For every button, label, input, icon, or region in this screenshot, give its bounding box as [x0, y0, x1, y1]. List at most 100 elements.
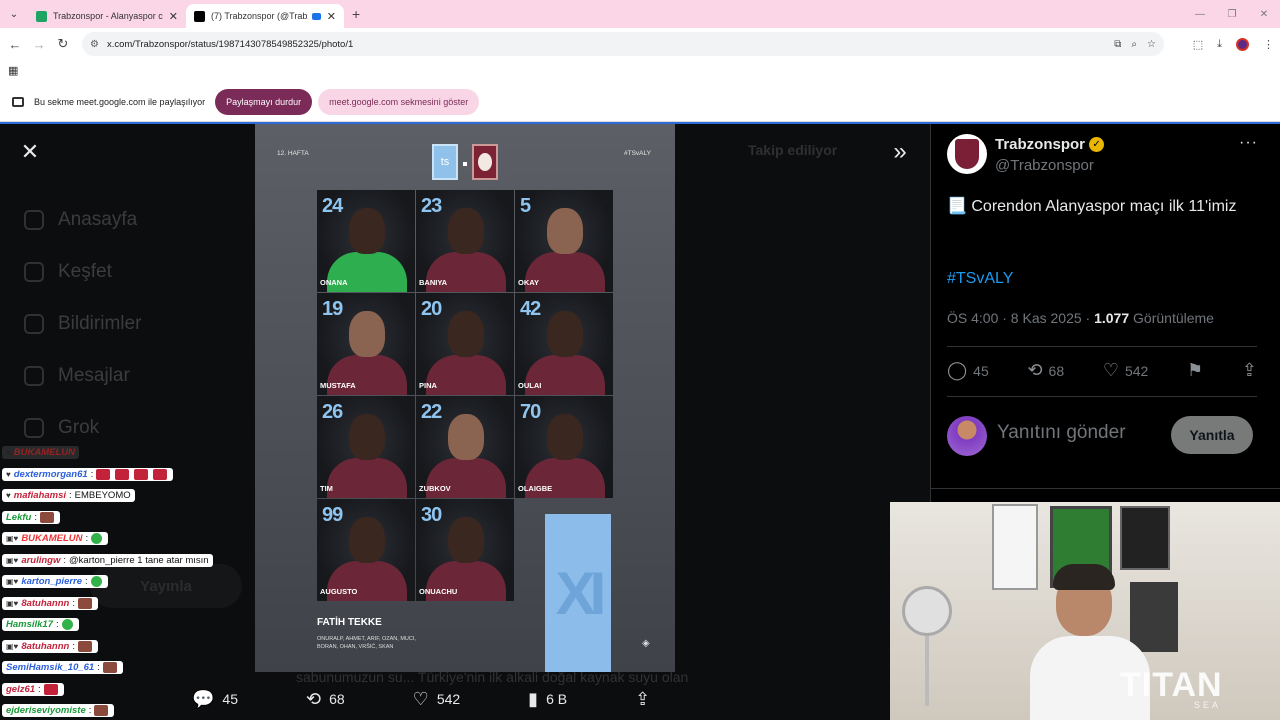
stream-chat-overlay: ♥ BUKAMELUN ♥ dextermorgan61: ♥ mafiahamsi:…	[2, 442, 262, 720]
tab-close-icon[interactable]: ✕	[169, 10, 178, 23]
hashtag-link[interactable]: #TSvALY	[947, 270, 1013, 288]
reply-submit-button[interactable]: Yanıtla	[1171, 416, 1253, 454]
badges-icon: ▣♥	[6, 555, 19, 565]
browser-toolbar: ← → ↻ ⚙ x.com/Trabzonspor/status/1987143…	[0, 28, 1280, 60]
divider	[947, 346, 1257, 347]
chat-message: ▣♥ 8atuhannn:	[2, 636, 262, 658]
shelf	[1130, 582, 1178, 652]
browser-tab-alanyaspor[interactable]: Trabzonspor - Alanyaspor canlı ✕	[28, 4, 186, 28]
player-name: MUSTAFA	[320, 381, 356, 390]
share-button[interactable]: ⇪	[1242, 360, 1257, 381]
share-icon: ⇪	[1241, 360, 1257, 380]
show-meet-tab-button[interactable]: meet.google.com sekmesini göster	[318, 88, 480, 115]
author-handle[interactable]: @Trabzonspor	[995, 157, 1094, 174]
emote-icon	[134, 468, 149, 480]
emote-icon	[77, 640, 92, 652]
profile-avatar-icon[interactable]	[1236, 37, 1249, 51]
new-tab-icon[interactable]: +	[352, 6, 360, 22]
player-number: 23	[421, 195, 442, 217]
like-button[interactable]: ♡ 542	[413, 689, 461, 710]
player-card: 23 BANIYA	[416, 190, 514, 292]
heart-icon: ♡	[412, 688, 429, 709]
restore-icon[interactable]: ❐	[1216, 0, 1248, 28]
webcam-overlay: TITAN SEA	[890, 502, 1280, 720]
emote-icon	[43, 683, 58, 695]
divider	[931, 488, 1280, 489]
reload-icon[interactable]: ↻	[51, 36, 75, 52]
url-text: x.com/Trabzonspor/status/198714307854985…	[106, 38, 354, 50]
poster-hashtag: #TSvALY	[624, 150, 651, 157]
repost-button[interactable]: ⟲ 68	[306, 689, 345, 710]
emote-icon	[90, 576, 102, 588]
photo-stats-bar: 💬 45 ⟲ 68 ♡ 542 ▮ 6 B ⇪	[192, 684, 752, 714]
address-bar[interactable]: ⚙ x.com/Trabzonspor/status/1987143078549…	[82, 32, 1164, 56]
crest-separator	[463, 162, 467, 166]
apps-grid-icon[interactable]: ▦	[8, 64, 18, 77]
tab-title: Trabzonspor - Alanyaspor canlı	[53, 11, 163, 21]
player-number: 19	[322, 298, 343, 320]
share-icon: ⇪	[635, 688, 651, 709]
download-icon[interactable]: ⤓	[1217, 38, 1222, 51]
browser-tab-strip: ⌄ Trabzonspor - Alanyaspor canlı ✕ (7) T…	[0, 0, 1280, 28]
chat-message: ♥ BUKAMELUN	[2, 442, 262, 464]
nav-notifications: Bildirimler	[24, 298, 141, 350]
player-name: BANIYA	[419, 278, 448, 287]
bookmark-star-icon[interactable]: ☆	[1147, 39, 1156, 50]
poster-week: 12. HAFTA	[277, 150, 309, 157]
install-app-icon[interactable]: ⧉	[1114, 39, 1121, 50]
alanyaspor-crest-icon	[472, 144, 498, 180]
player-name: ONUACHU	[419, 587, 458, 596]
tab-search-dropdown-icon[interactable]: ⌄	[0, 0, 28, 28]
sharing-indicator-icon	[311, 12, 321, 20]
coach-name: FATİH TEKKE	[317, 617, 382, 628]
player-number: 42	[520, 298, 541, 320]
collapse-sidebar-icon[interactable]: »	[886, 138, 914, 166]
more-options-icon[interactable]: ···	[1239, 134, 1258, 152]
verified-badge-icon: ✓	[1089, 137, 1105, 152]
chat-message: ♥ mafiahamsi: EMBEYOMO	[2, 485, 262, 507]
repost-icon: ⟲	[1027, 360, 1043, 380]
badge-icon: ♥	[6, 448, 11, 458]
divider	[947, 396, 1257, 397]
menu-kebab-icon[interactable]: ⋮	[1263, 38, 1274, 51]
minimize-icon[interactable]: —	[1184, 0, 1216, 28]
chat-message: Lekfu:	[2, 507, 262, 529]
emote-icon	[91, 533, 103, 545]
player-number: 30	[421, 504, 442, 526]
views-button[interactable]: ▮ 6 B	[528, 689, 567, 710]
repost-button[interactable]: ⟲ 68	[1027, 360, 1064, 381]
window-close-icon[interactable]: ✕	[1248, 0, 1280, 28]
player-card: 70 OLAIGBE	[515, 396, 613, 498]
chat-message: ▣♥ 8atuhannn:	[2, 593, 262, 615]
zoom-icon[interactable]: ⌕	[1131, 39, 1137, 50]
share-button[interactable]: ⇪	[635, 689, 650, 710]
site-info-icon[interactable]: ⚙	[90, 39, 99, 50]
extensions-icon[interactable]: ⬚	[1193, 38, 1203, 51]
back-icon[interactable]: ←	[3, 37, 27, 52]
player-name: OULAI	[518, 381, 542, 390]
browser-tab-x[interactable]: (7) Trabzonspor (@Trabzon... ✕	[186, 4, 344, 28]
dimmed-sidebar-nav: Anasayfa Keşfet Bildirimler Mesajlar Gro…	[24, 194, 141, 454]
reply-input[interactable]: Yanıtını gönder	[997, 422, 1126, 444]
view-count: 1.077	[1094, 310, 1130, 326]
emote-icon	[102, 662, 117, 674]
stop-sharing-button[interactable]: Paylaşmayı durdur	[215, 88, 313, 115]
reply-button[interactable]: ◯ 45	[947, 360, 989, 381]
player-card: 22 ZUBKOV	[416, 396, 514, 498]
player-number: 22	[421, 401, 442, 423]
user-avatar[interactable]	[947, 416, 987, 456]
heart-badge-icon: ♥	[6, 469, 11, 479]
like-button[interactable]: ♡ 542	[1103, 360, 1149, 381]
tab-sharing-bar: Bu sekme meet.google.com ile paylaşılıyo…	[0, 82, 1280, 122]
author-name[interactable]: Trabzonspor ✓	[995, 136, 1105, 153]
player-name: ZUBKOV	[419, 484, 451, 493]
player-name: TIM	[320, 484, 333, 493]
browser-right-actions: ⬚ ⤓ ⋮	[1193, 28, 1274, 60]
close-icon[interactable]: ✕	[18, 139, 42, 164]
trabzonspor-avatar[interactable]	[947, 134, 987, 174]
omnibox-actions: ⧉ ⌕ ☆	[1114, 32, 1156, 56]
heart-icon: ♡	[1102, 360, 1119, 380]
forward-icon[interactable]: →	[27, 37, 51, 52]
bookmark-button[interactable]: ⚑	[1187, 360, 1203, 381]
tab-close-icon[interactable]: ✕	[327, 10, 336, 23]
